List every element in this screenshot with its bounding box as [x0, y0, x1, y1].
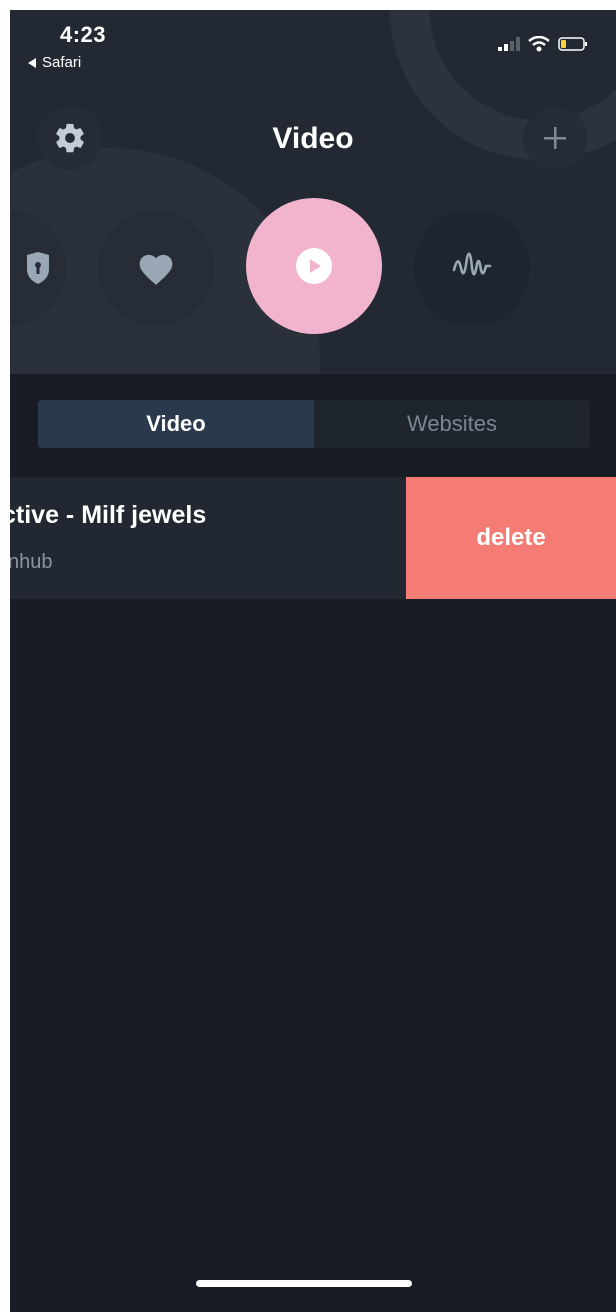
list-item[interactable]: ctive - Milf jewels nhub delete — [10, 477, 616, 599]
phone-screen: 4:23 Safari Video Video Websites ctive -… — [10, 10, 616, 1312]
back-arrow-icon — [28, 57, 36, 68]
status-icons — [498, 36, 588, 52]
category-audio[interactable] — [414, 210, 530, 326]
waveform-icon — [452, 252, 492, 276]
heart-icon — [139, 254, 173, 285]
back-to-app-link[interactable]: Safari — [28, 54, 81, 71]
delete-button[interactable]: delete — [406, 477, 616, 599]
plus-icon — [544, 127, 566, 149]
list-item-title: ctive - Milf jewels — [10, 501, 207, 529]
battery-icon — [558, 37, 587, 51]
status-time: 4:23 — [60, 22, 107, 47]
cellular-signal-icon — [498, 37, 520, 51]
category-video[interactable] — [246, 198, 382, 334]
play-icon — [296, 248, 332, 284]
home-indicator[interactable] — [196, 1280, 412, 1287]
tab-video[interactable]: Video — [38, 400, 314, 448]
add-button[interactable] — [523, 106, 587, 170]
header-area: 4:23 Safari Video — [10, 10, 616, 374]
list-item-subtitle: nhub — [10, 551, 53, 573]
tab-websites[interactable]: Websites — [314, 400, 590, 448]
wifi-icon — [528, 36, 550, 52]
back-app-label: Safari — [42, 54, 82, 71]
shield-icon — [27, 252, 49, 284]
segmented-control: Video Websites — [38, 400, 590, 448]
category-favorites[interactable] — [98, 210, 214, 326]
